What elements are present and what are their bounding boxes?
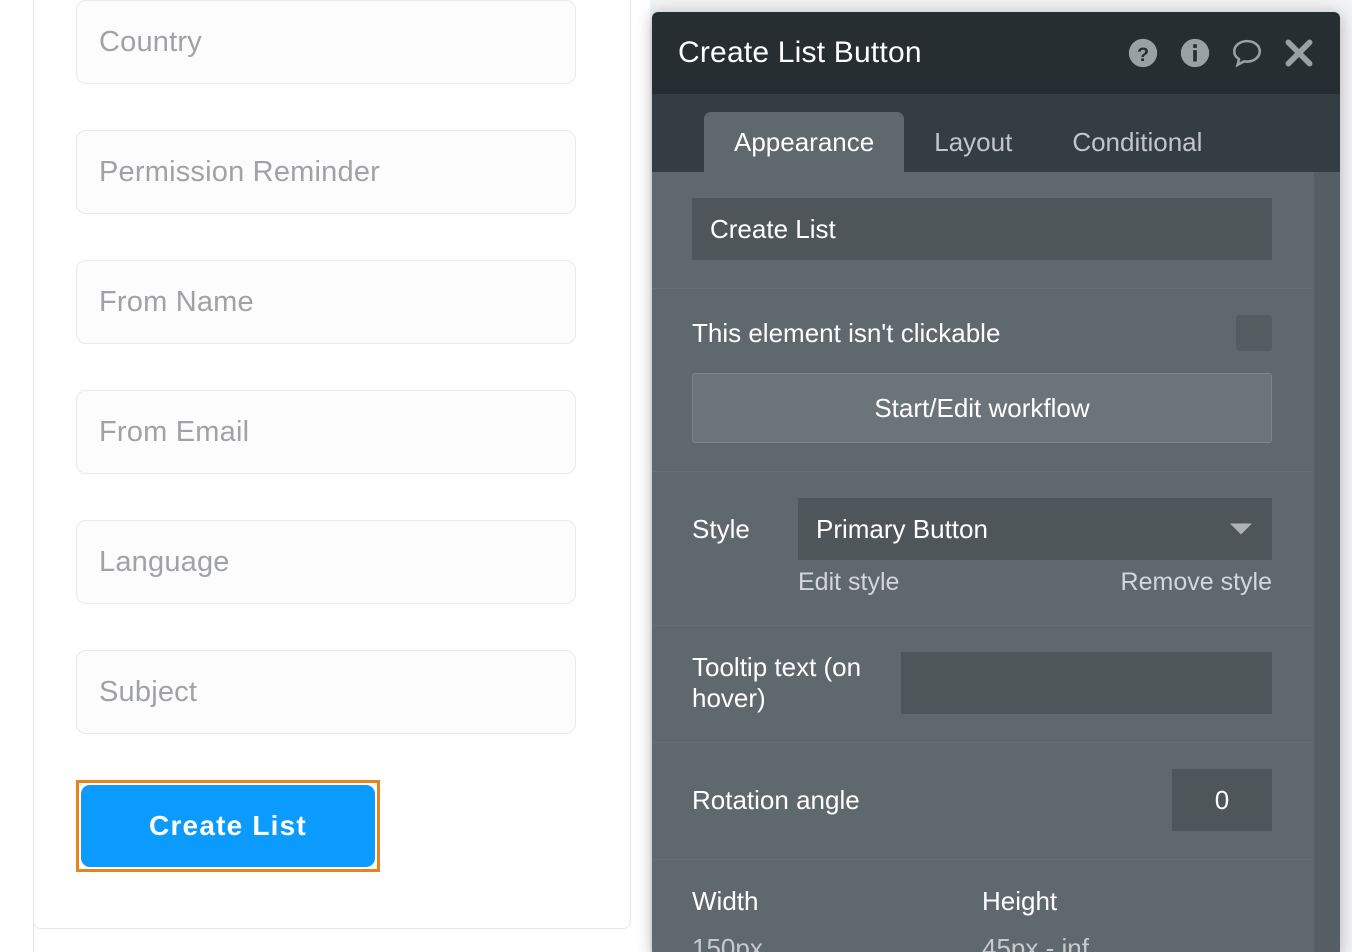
- field-from-name-placeholder: From Name: [99, 285, 254, 318]
- field-from-name[interactable]: From Name: [76, 260, 576, 344]
- section-dimensions: Width 150px Height 45px - inf: [652, 860, 1312, 952]
- field-subject-placeholder: Subject: [99, 675, 198, 708]
- height-value[interactable]: 45px - inf: [982, 933, 1272, 952]
- tab-layout-label: Layout: [934, 126, 1013, 157]
- field-permission-reminder-placeholder: Permission Reminder: [99, 155, 380, 188]
- field-country[interactable]: Country: [76, 0, 576, 84]
- svg-text:?: ?: [1137, 44, 1149, 66]
- section-style: Style Primary Button Edit style Remove s…: [652, 472, 1312, 626]
- field-from-email[interactable]: From Email: [76, 390, 576, 474]
- screen-root: Country Permission Reminder From Name Fr…: [0, 0, 1352, 952]
- tab-layout[interactable]: Layout: [904, 112, 1042, 172]
- property-editor-panel: Create List Button ? Appearance Layout C…: [652, 12, 1340, 952]
- create-list-button-selection: Create List: [76, 780, 380, 872]
- rotation-row: Rotation angle: [692, 769, 1272, 831]
- panel-scroll-content: This element isn't clickable Start/Edit …: [652, 172, 1312, 952]
- comment-icon[interactable]: [1230, 36, 1264, 70]
- field-language-placeholder: Language: [99, 545, 230, 578]
- width-label: Width: [692, 886, 759, 916]
- panel-scrollbar[interactable]: [1314, 172, 1340, 952]
- form-card: Country Permission Reminder From Name Fr…: [33, 0, 631, 929]
- edit-style-link[interactable]: Edit style: [798, 568, 899, 597]
- section-rotation: Rotation angle: [652, 743, 1312, 860]
- clickable-label: This element isn't clickable: [692, 317, 1001, 348]
- clickable-row: This element isn't clickable: [692, 315, 1272, 351]
- button-text-input[interactable]: [692, 198, 1272, 260]
- create-list-button[interactable]: Create List: [81, 785, 375, 867]
- field-subject[interactable]: Subject: [76, 650, 576, 734]
- field-from-email-placeholder: From Email: [99, 415, 250, 448]
- width-col: Width 150px: [692, 886, 982, 952]
- style-label: Style: [692, 513, 750, 544]
- tab-conditional[interactable]: Conditional: [1042, 112, 1232, 172]
- style-links: Edit style Remove style: [798, 568, 1272, 597]
- dimensions-grid: Width 150px Height 45px - inf: [692, 886, 1272, 952]
- close-icon[interactable]: [1282, 36, 1316, 70]
- tab-conditional-label: Conditional: [1072, 126, 1203, 157]
- field-permission-reminder[interactable]: Permission Reminder: [76, 130, 576, 214]
- tooltip-row: Tooltip text (on hover): [692, 652, 1272, 714]
- tab-appearance[interactable]: Appearance: [704, 112, 905, 172]
- section-button-text: [652, 172, 1312, 289]
- clickable-checkbox[interactable]: [1236, 315, 1272, 351]
- style-select-value: Primary Button: [816, 513, 988, 544]
- style-select[interactable]: Primary Button: [798, 498, 1272, 560]
- tooltip-label: Tooltip text (on hover): [692, 652, 862, 713]
- field-country-placeholder: Country: [99, 25, 202, 58]
- height-label: Height: [982, 886, 1058, 916]
- panel-title: Create List Button: [678, 36, 922, 69]
- chevron-down-icon: [1230, 523, 1252, 535]
- section-tooltip: Tooltip text (on hover): [652, 626, 1312, 743]
- info-icon[interactable]: [1178, 36, 1212, 70]
- panel-header: Create List Button ?: [652, 12, 1340, 94]
- tab-appearance-label: Appearance: [734, 126, 875, 157]
- height-col: Height 45px - inf: [982, 886, 1272, 952]
- panel-body: This element isn't clickable Start/Edit …: [652, 172, 1340, 952]
- start-edit-workflow-button[interactable]: Start/Edit workflow: [692, 373, 1272, 443]
- design-canvas: Country Permission Reminder From Name Fr…: [0, 0, 650, 952]
- style-row: Style Primary Button: [692, 498, 1272, 560]
- help-icon[interactable]: ?: [1126, 36, 1160, 70]
- remove-style-link[interactable]: Remove style: [1121, 568, 1272, 597]
- tooltip-input[interactable]: [901, 652, 1272, 714]
- rotation-angle-input[interactable]: [1172, 769, 1272, 831]
- section-workflow: This element isn't clickable Start/Edit …: [652, 289, 1312, 472]
- rotation-label: Rotation angle: [692, 784, 860, 815]
- panel-tabbar: Appearance Layout Conditional: [652, 94, 1340, 172]
- panel-header-actions: ?: [1126, 36, 1316, 70]
- width-value[interactable]: 150px: [692, 933, 982, 952]
- field-language[interactable]: Language: [76, 520, 576, 604]
